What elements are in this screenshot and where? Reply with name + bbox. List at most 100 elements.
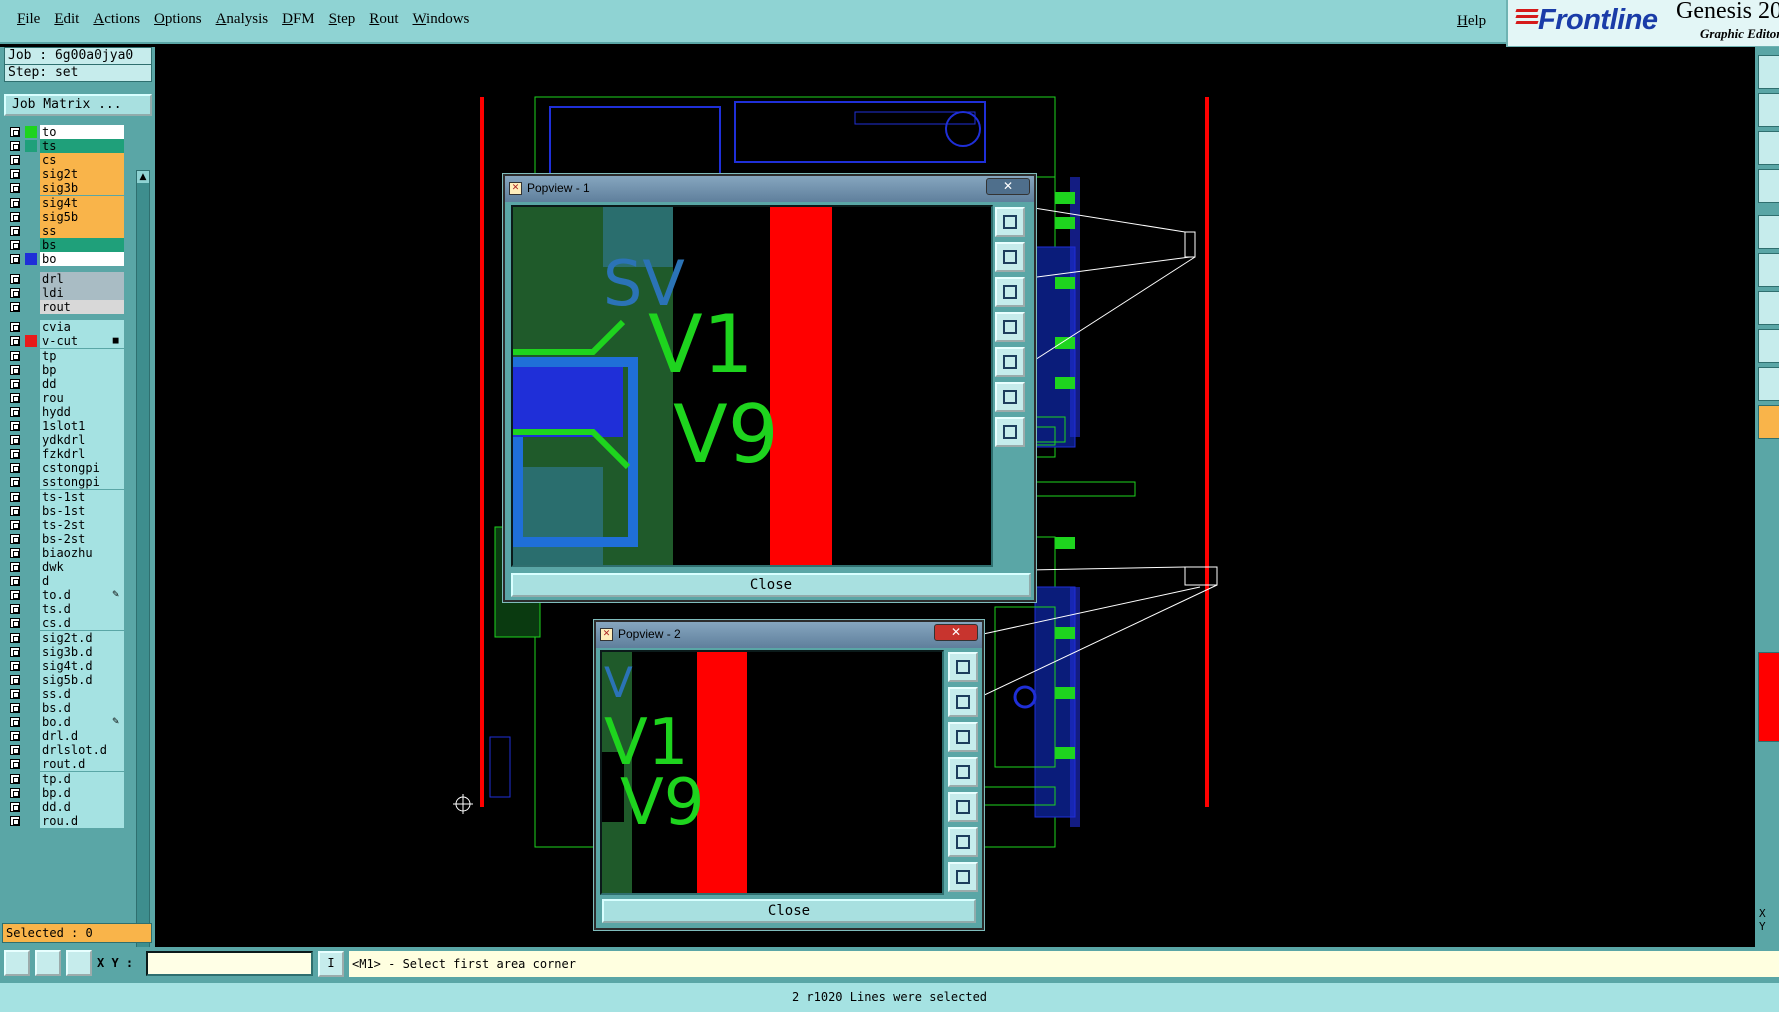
- layer-checkbox[interactable]: [10, 288, 20, 299]
- layer-color-swatch[interactable]: [25, 420, 37, 432]
- layer-checkbox[interactable]: [10, 773, 20, 784]
- pan-right-icon[interactable]: [995, 347, 1025, 377]
- layer-name[interactable]: ts.d: [40, 602, 124, 617]
- layer-color-swatch[interactable]: [25, 406, 37, 418]
- layer-name[interactable]: sig5b: [40, 209, 124, 224]
- layer-row[interactable]: rout: [4, 300, 125, 315]
- layer-name[interactable]: sig3b: [40, 181, 124, 196]
- layer-checkbox[interactable]: [10, 350, 20, 361]
- layer-checkbox[interactable]: [10, 660, 20, 671]
- layer-name[interactable]: sig2t.d: [40, 630, 124, 645]
- layer-checkbox[interactable]: [10, 392, 20, 403]
- layer-row[interactable]: bo: [4, 251, 125, 266]
- menu-windows[interactable]: Windows: [405, 9, 476, 30]
- layer-row[interactable]: cstongpi: [4, 461, 125, 476]
- layer-name[interactable]: cvia: [40, 320, 124, 335]
- layer-row[interactable]: ts.d: [4, 602, 125, 617]
- layer-color-swatch[interactable]: [25, 617, 37, 629]
- layer-name[interactable]: sig5b.d: [40, 672, 124, 687]
- layer-name[interactable]: ts-2st: [40, 517, 124, 532]
- layer-row[interactable]: sig2t: [4, 167, 125, 182]
- layer-color-swatch[interactable]: [25, 225, 37, 237]
- tool-select-icon[interactable]: [1758, 405, 1779, 439]
- layer-checkbox[interactable]: [10, 302, 20, 313]
- layer-checkbox[interactable]: [10, 547, 20, 558]
- scroll-up-icon[interactable]: ▲: [137, 171, 149, 183]
- layer-color-swatch[interactable]: [25, 646, 37, 658]
- layer-color-swatch[interactable]: [25, 561, 37, 573]
- popview-1-window[interactable]: ✕ Popview - 1 ✕ SV V1 V9 Close: [503, 174, 1036, 602]
- layer-color-swatch[interactable]: [25, 603, 37, 615]
- layer-row[interactable]: bs-1st: [4, 503, 125, 518]
- pan-left-icon[interactable]: [995, 312, 1025, 342]
- layer-row[interactable]: sig3b.d: [4, 644, 125, 659]
- layer-row[interactable]: tp.d: [4, 771, 125, 786]
- layer-checkbox[interactable]: [10, 519, 20, 530]
- layer-checkbox[interactable]: [10, 463, 20, 474]
- popview-2-window[interactable]: ✕ Popview - 2 ✕ V V1 V9 Close: [594, 620, 984, 930]
- layer-checkbox[interactable]: [10, 618, 20, 629]
- layer-color-swatch[interactable]: [25, 519, 37, 531]
- layer-name[interactable]: drlslot.d: [40, 743, 124, 758]
- layer-name[interactable]: ts-1st: [40, 489, 124, 504]
- pan-right-icon[interactable]: [948, 792, 978, 822]
- layer-name[interactable]: sstongpi: [40, 475, 124, 490]
- layer-color-swatch[interactable]: [25, 547, 37, 559]
- layer-row[interactable]: bs-2st: [4, 531, 125, 546]
- layer-name[interactable]: bp.d: [40, 785, 124, 800]
- layer-checkbox[interactable]: [10, 576, 20, 587]
- layer-color-swatch[interactable]: [25, 182, 37, 194]
- layer-checkbox[interactable]: [10, 406, 20, 417]
- layer-checkbox[interactable]: [10, 491, 20, 502]
- layer-color-swatch[interactable]: [25, 758, 37, 770]
- layer-row[interactable]: rou.d: [4, 813, 125, 828]
- layer-checkbox[interactable]: [10, 759, 20, 770]
- layer-row[interactable]: ldi: [4, 286, 125, 301]
- tool-transform-icon[interactable]: [1758, 169, 1779, 203]
- layer-checkbox[interactable]: [10, 477, 20, 488]
- zoom-home-icon[interactable]: [995, 417, 1025, 447]
- popview-2-titlebar[interactable]: ✕ Popview - 2 ✕: [596, 622, 982, 648]
- layer-row[interactable]: cvia: [4, 320, 125, 335]
- layer-checkbox[interactable]: [10, 533, 20, 544]
- popview-1-titlebar[interactable]: ✕ Popview - 1 ✕: [505, 176, 1034, 202]
- layer-row[interactable]: rout.d: [4, 757, 125, 772]
- layer-checkbox[interactable]: [10, 590, 20, 601]
- popview-2-viewport[interactable]: V V1 V9: [600, 650, 944, 895]
- layer-color-swatch[interactable]: [25, 239, 37, 251]
- tool-connect-icon[interactable]: [1758, 253, 1779, 287]
- pan-left-icon[interactable]: [948, 757, 978, 787]
- layer-checkbox[interactable]: [10, 815, 20, 826]
- xy-input[interactable]: [146, 951, 313, 976]
- layer-checkbox[interactable]: [10, 169, 20, 180]
- pan-down-icon[interactable]: [948, 722, 978, 752]
- menu-step[interactable]: Step: [322, 9, 363, 30]
- layer-color-swatch[interactable]: [25, 287, 37, 299]
- layer-row[interactable]: dd: [4, 376, 125, 391]
- menu-analysis[interactable]: Analysis: [209, 9, 276, 30]
- layer-checkbox[interactable]: [10, 336, 20, 347]
- layer-name[interactable]: bs.d: [40, 701, 124, 715]
- menu-help[interactable]: Help: [1450, 11, 1493, 32]
- layer-row[interactable]: tp: [4, 348, 125, 363]
- layer-checkbox[interactable]: [10, 435, 20, 446]
- layer-name[interactable]: ldi: [40, 286, 124, 301]
- layer-color-swatch[interactable]: [25, 660, 37, 672]
- layer-row[interactable]: bp: [4, 362, 125, 377]
- layer-row[interactable]: to: [4, 125, 125, 139]
- layer-color-swatch[interactable]: [25, 350, 37, 362]
- zoom-out-icon[interactable]: [995, 382, 1025, 412]
- layer-row[interactable]: ts: [4, 139, 125, 154]
- grid-icon[interactable]: [66, 950, 92, 976]
- layer-row[interactable]: d: [4, 574, 125, 589]
- layer-color-swatch[interactable]: [25, 744, 37, 756]
- layer-color-swatch[interactable]: [25, 197, 37, 209]
- layer-row[interactable]: dd.d: [4, 799, 125, 814]
- info-button[interactable]: I: [318, 951, 344, 977]
- layer-color-swatch[interactable]: [25, 301, 37, 313]
- zoom-out-icon[interactable]: [948, 827, 978, 857]
- layer-color-swatch[interactable]: [25, 168, 37, 180]
- layer-checkbox[interactable]: [10, 274, 20, 284]
- layer-checkbox[interactable]: [10, 703, 20, 713]
- layer-name[interactable]: bs-1st: [40, 503, 124, 518]
